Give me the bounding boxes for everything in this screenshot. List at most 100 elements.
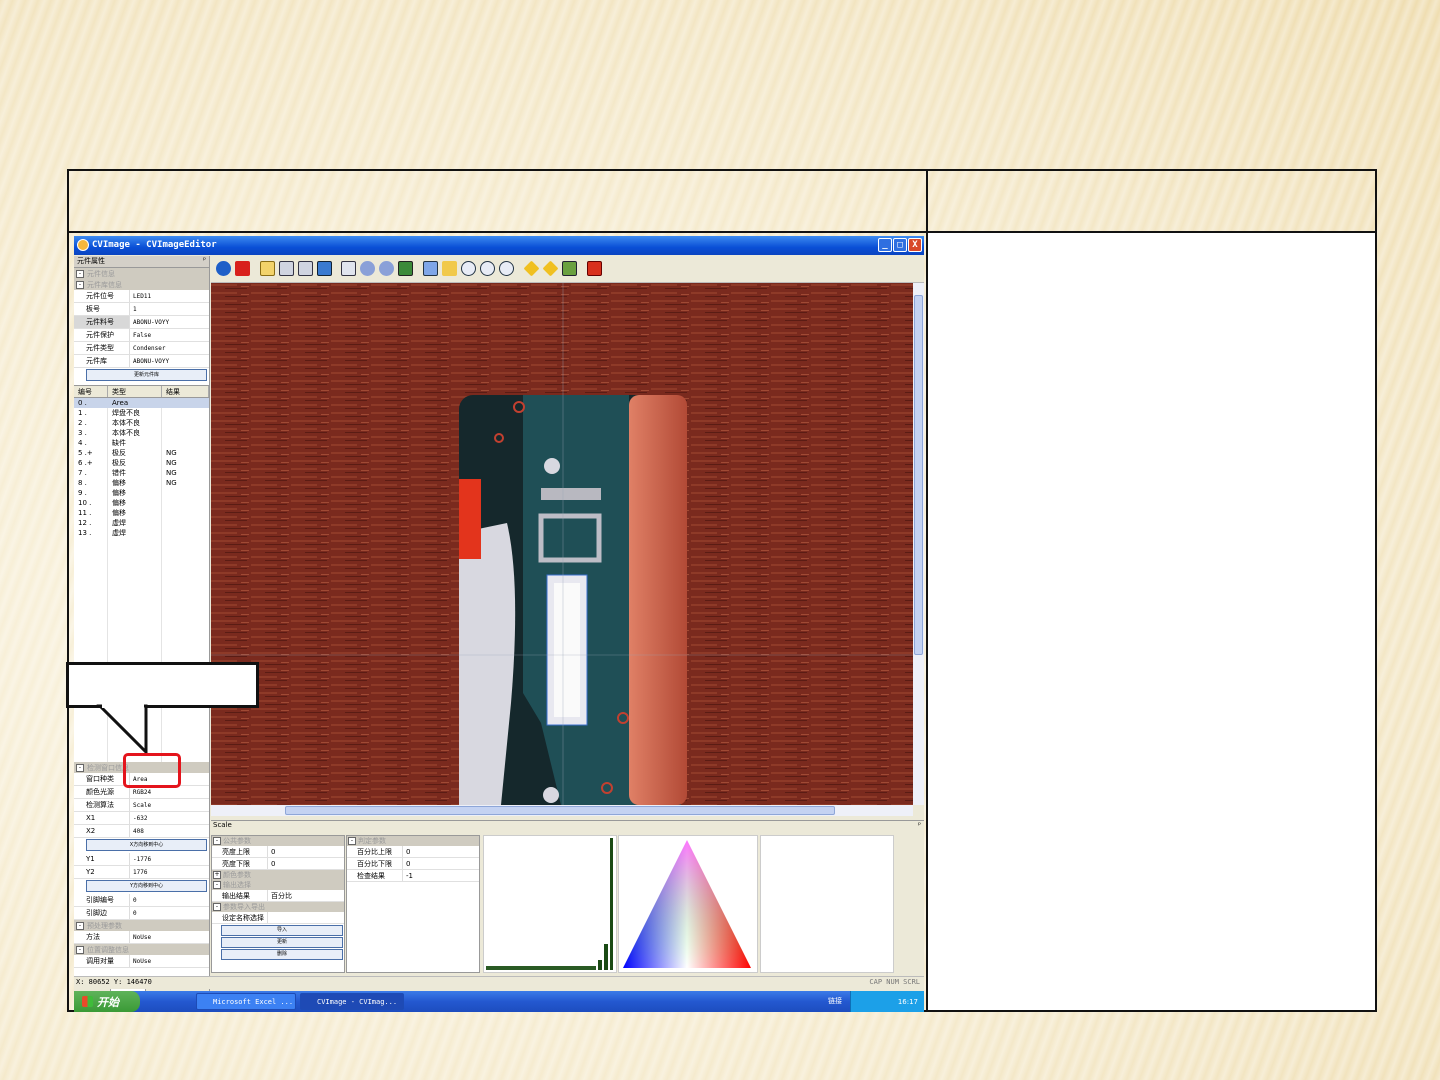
collapse-icon[interactable]: - (76, 280, 84, 289)
list-item[interactable]: 0 . Area (74, 398, 209, 408)
list-item[interactable]: 4 . 缺件 (74, 438, 209, 448)
list-item[interactable]: 6 .+ 极反 NG (74, 458, 209, 468)
scroll-thumb[interactable] (285, 806, 835, 815)
section-output[interactable]: - 输出选择 (212, 880, 344, 890)
prop-row[interactable]: 元件保护 False (74, 329, 209, 342)
library-icon[interactable] (562, 261, 577, 276)
prop-row[interactable]: 检测算法 Scale (74, 799, 209, 812)
image-icon[interactable] (317, 261, 332, 276)
section-judge[interactable]: - 判定参数 (347, 836, 479, 846)
list-cell-type: 错件 (112, 469, 126, 477)
search-icon[interactable] (341, 261, 356, 276)
list-item[interactable]: 7 . 错件 NG (74, 468, 209, 478)
y-center-button[interactable]: Y方向移到中心 (86, 880, 207, 892)
add-icon[interactable] (216, 261, 231, 276)
section-position[interactable]: - 位置调整信息 (74, 944, 209, 955)
pcb-image-view[interactable] (211, 283, 913, 805)
taskbar-item-excel[interactable]: Microsoft Excel ... (196, 993, 296, 1010)
x-center-button[interactable]: X方向移到中心 (86, 839, 207, 851)
open-folder-icon[interactable] (260, 261, 275, 276)
prop-row[interactable]: 引脚编号 0 (74, 894, 209, 907)
import-button[interactable]: 导入 (221, 925, 343, 936)
fit-height-icon[interactable] (298, 261, 313, 276)
list-item[interactable]: 1 . 焊盘不良 (74, 408, 209, 418)
zoom-icon[interactable] (461, 261, 476, 276)
scroll-thumb[interactable] (914, 295, 923, 655)
save-icon[interactable] (423, 261, 438, 276)
color-triangle[interactable] (618, 835, 758, 973)
param-row[interactable]: 百分比上限 0 (347, 846, 479, 858)
horizontal-scrollbar[interactable] (211, 805, 913, 816)
arrow-left-icon[interactable] (523, 260, 540, 277)
redo-icon[interactable] (379, 261, 394, 276)
delete-icon[interactable] (235, 261, 250, 276)
update-lib-button[interactable]: 更新元件库 (86, 369, 207, 381)
list-cell-num: 0 . (78, 399, 87, 407)
list-item[interactable]: 5 .+ 极反 NG (74, 448, 209, 458)
list-item[interactable]: 11 . 偏移 (74, 508, 209, 518)
prop-row[interactable]: 方法 NoUse (74, 931, 209, 944)
histogram (483, 835, 617, 973)
param-row[interactable]: 检查结果 -1 (347, 870, 479, 882)
list-cell-result: NG (166, 459, 177, 467)
list-item[interactable]: 9 . 偏移 (74, 488, 209, 498)
delete-button[interactable]: 删除 (221, 949, 343, 960)
stop-icon[interactable] (587, 261, 602, 276)
section-component-info[interactable]: - 元件信息 (74, 268, 209, 279)
zoom-in-icon[interactable] (480, 261, 495, 276)
param-row[interactable]: 设定名称选择 (212, 912, 344, 924)
component-props: 元件位号 LED11 板号 1 元件料号 ABONU-VOYY 元件保护 False 元… (74, 290, 209, 381)
section-color[interactable]: + 颜色参数 (212, 870, 344, 880)
book-icon[interactable] (398, 261, 413, 276)
zoom-out-icon[interactable] (499, 261, 514, 276)
prop-row[interactable]: Y2 1776 (74, 866, 209, 879)
param-row[interactable]: 百分比下限 0 (347, 858, 479, 870)
windows-taskbar: 开始 Microsoft Excel ... CVImage - CVImag.… (74, 991, 924, 1012)
list-cell-num: 1 . (78, 409, 87, 417)
param-row[interactable]: 输出结果 百分比 (212, 890, 344, 902)
list-cell-num: 5 .+ (78, 449, 93, 457)
prop-row[interactable]: 调用对量 NoUse (74, 955, 209, 968)
undo-icon[interactable] (360, 261, 375, 276)
pin-icon[interactable]: ᵖ (203, 256, 206, 264)
arrow-right-icon[interactable] (542, 260, 559, 277)
algorithm-pane: Scale ᵖ - 公共参数 亮度上限 0 亮度下限 0 + 颜色参数 - 输出选择 输出… (211, 820, 924, 973)
vertical-scrollbar[interactable] (913, 283, 924, 805)
prop-row[interactable]: X1 -632 (74, 812, 209, 825)
start-button[interactable]: 开始 (74, 991, 140, 1012)
list-item[interactable]: 8 . 偏移 NG (74, 478, 209, 488)
collapse-icon[interactable]: - (76, 921, 84, 930)
prop-row[interactable]: 元件位号 LED11 (74, 290, 209, 303)
fit-width-icon[interactable] (279, 261, 294, 276)
prop-row[interactable]: Y1 -1776 (74, 853, 209, 866)
links-toolbar[interactable]: 链接 (828, 996, 842, 1006)
maximize-button[interactable]: □ (893, 238, 907, 252)
prop-row[interactable]: X2 408 (74, 825, 209, 838)
param-row[interactable]: 亮度上限 0 (212, 846, 344, 858)
list-item[interactable]: 3 . 本体不良 (74, 428, 209, 438)
prop-row[interactable]: 板号 1 (74, 303, 209, 316)
collapse-icon[interactable]: - (76, 763, 84, 772)
list-item[interactable]: 12 . 虚焊 (74, 518, 209, 528)
update-button[interactable]: 更新 (221, 937, 343, 948)
section-import-export[interactable]: - 参数导入导出 (212, 902, 344, 912)
prop-row[interactable]: 元件库 ABONU-VOYY (74, 355, 209, 368)
close-button[interactable]: X (908, 238, 922, 252)
param-row[interactable]: 亮度下限 0 (212, 858, 344, 870)
pin-icon[interactable]: ᵖ (918, 821, 921, 829)
collapse-icon[interactable]: - (76, 269, 84, 278)
minimize-button[interactable]: _ (878, 238, 892, 252)
list-cell-type: 偏移 (112, 509, 126, 517)
taskbar-item-cvimage[interactable]: CVImage - CVImag... (300, 993, 404, 1010)
section-preprocess[interactable]: - 预处理参数 (74, 920, 209, 931)
prop-row[interactable]: 引脚边 0 (74, 907, 209, 920)
edit-icon[interactable] (442, 261, 457, 276)
list-item[interactable]: 2 . 本体不良 (74, 418, 209, 428)
prop-row[interactable]: 元件类型 Condenser (74, 342, 209, 355)
list-item[interactable]: 10 . 偏移 (74, 498, 209, 508)
section-component-lib[interactable]: - 元件库信息 (74, 279, 209, 290)
collapse-icon[interactable]: - (76, 945, 84, 954)
section-common[interactable]: - 公共参数 (212, 836, 344, 846)
list-item[interactable]: 13 . 虚焊 (74, 528, 209, 538)
prop-row[interactable]: 元件料号 ABONU-VOYY (74, 316, 209, 329)
